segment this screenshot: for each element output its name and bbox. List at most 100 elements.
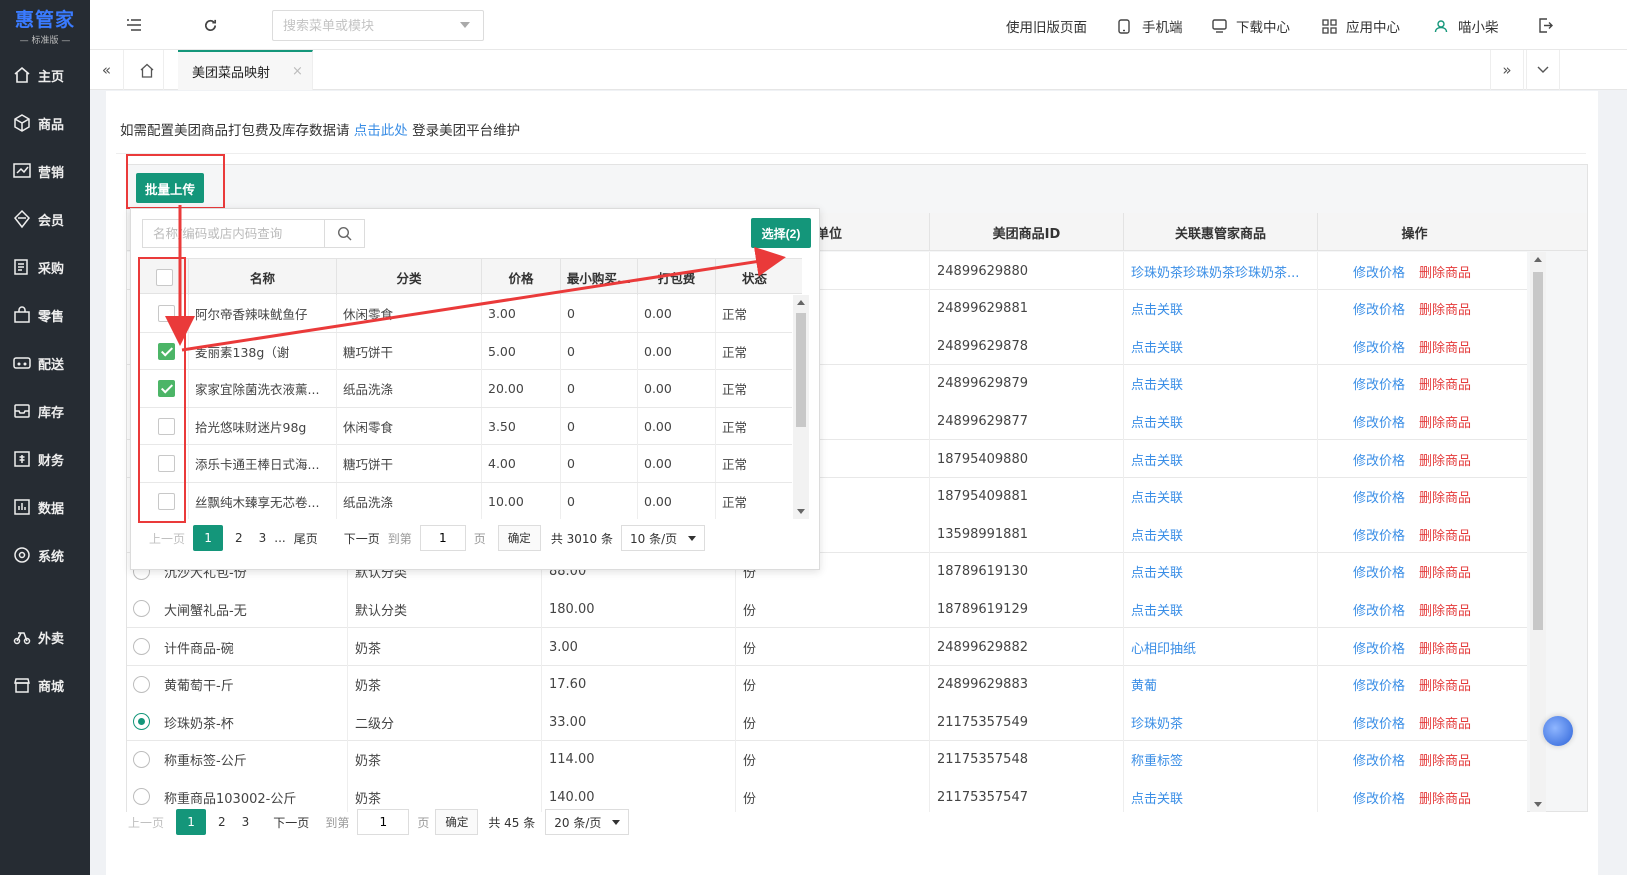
sidebar-item[interactable]: 配送 (0, 343, 90, 383)
sidebar-item[interactable]: 采购 (0, 247, 90, 287)
scroll-tabs-right-icon[interactable]: » (1490, 50, 1524, 90)
edit-price-link[interactable]: 修改价格 (1353, 262, 1405, 281)
sidebar-item[interactable]: 商品 (0, 103, 90, 143)
sidebar-item[interactable]: 主页 (0, 55, 90, 95)
linked-product-link[interactable]: 称重标签 (1131, 750, 1183, 769)
row-radio[interactable] (133, 638, 150, 655)
edit-price-link[interactable]: 修改价格 (1353, 374, 1405, 393)
delete-product-link[interactable]: 删除商品 (1419, 562, 1471, 581)
old-version-link[interactable]: 使用旧版页面 (1006, 16, 1087, 36)
home-tab-icon[interactable] (130, 50, 164, 90)
row-radio[interactable] (133, 788, 150, 806)
linked-product-link[interactable]: 珍珠奶茶 (1131, 713, 1183, 732)
delete-product-link[interactable]: 删除商品 (1419, 337, 1471, 356)
delete-product-link[interactable]: 删除商品 (1419, 750, 1471, 769)
popup-search-input[interactable] (142, 219, 325, 248)
edit-price-link[interactable]: 修改价格 (1353, 412, 1405, 431)
popup-scrollbar[interactable] (793, 295, 809, 519)
delete-product-link[interactable]: 删除商品 (1419, 525, 1471, 544)
sidebar-item[interactable]: 数据 (0, 487, 90, 527)
sidebar-item[interactable]: 零售 (0, 295, 90, 335)
edit-price-link[interactable]: 修改价格 (1353, 713, 1405, 732)
app-center-link[interactable]: 应用中心 (1322, 16, 1400, 36)
row-radio[interactable] (133, 713, 150, 731)
popup-page-3-button[interactable]: 3 (251, 531, 275, 545)
edit-price-link[interactable]: 修改价格 (1353, 299, 1405, 318)
tab-meituan-mapping[interactable]: 美团菜品映射 × (178, 50, 313, 90)
popup-page-jump-input[interactable] (419, 525, 466, 551)
sidebar-item[interactable]: 外卖 (0, 617, 90, 657)
search-icon[interactable] (325, 219, 365, 248)
tab-menu-chevron-icon[interactable] (1526, 50, 1560, 90)
linked-product-link[interactable]: 黄葡 (1131, 675, 1157, 694)
popup-page-1-button[interactable]: 1 (193, 525, 224, 551)
linked-product-link[interactable]: 点击关联 (1131, 412, 1183, 431)
row-radio[interactable] (133, 600, 150, 618)
refresh-icon[interactable] (200, 15, 220, 35)
delete-product-link[interactable]: 删除商品 (1419, 262, 1471, 281)
delete-product-link[interactable]: 删除商品 (1419, 713, 1471, 732)
sidebar-item[interactable]: 会员 (0, 199, 90, 239)
prev-page-button[interactable]: 上一页 (120, 814, 172, 831)
row-radio[interactable] (133, 750, 150, 768)
user-menu[interactable]: 喵小柴 (1434, 16, 1499, 36)
next-page-button[interactable]: 下一页 (265, 814, 317, 831)
popup-page-size-select[interactable]: 10 条/页 (620, 525, 705, 551)
notice-link[interactable]: 点击此处 (354, 123, 408, 139)
linked-product-link[interactable]: 点击关联 (1131, 450, 1183, 469)
linked-product-link[interactable]: 点击关联 (1131, 487, 1183, 506)
page-1-button[interactable]: 1 (176, 809, 207, 835)
delete-product-link[interactable]: 删除商品 (1419, 412, 1471, 431)
linked-product-link[interactable]: 珍珠奶茶珍珠奶茶珍珠奶茶... (1131, 262, 1299, 281)
linked-product-link[interactable]: 心相印抽纸 (1131, 638, 1196, 657)
delete-product-link[interactable]: 删除商品 (1419, 788, 1471, 807)
row-radio[interactable] (133, 675, 150, 693)
mobile-link[interactable]: 手机端 (1118, 16, 1183, 36)
linked-product-link[interactable]: 点击关联 (1131, 374, 1183, 393)
download-center-link[interactable]: 下载中心 (1212, 16, 1290, 36)
linked-product-link[interactable]: 点击关联 (1131, 788, 1183, 807)
chevron-down-icon[interactable] (460, 22, 470, 28)
sidebar-item[interactable]: 营销 (0, 151, 90, 191)
sidebar-item[interactable]: 系统 (0, 535, 90, 575)
sidebar-item[interactable]: 商城 (0, 665, 90, 705)
close-tab-icon[interactable]: × (292, 64, 303, 79)
logout-icon[interactable] (1535, 15, 1555, 35)
assistant-float-icon[interactable] (1543, 716, 1573, 746)
scroll-tabs-left-icon[interactable]: « (90, 50, 124, 90)
popup-page-2-button[interactable]: 2 (227, 531, 251, 545)
edit-price-link[interactable]: 修改价格 (1353, 600, 1405, 619)
edit-price-link[interactable]: 修改价格 (1353, 750, 1405, 769)
linked-product-link[interactable]: 点击关联 (1131, 337, 1183, 356)
linked-product-link[interactable]: 点击关联 (1131, 299, 1183, 318)
edit-price-link[interactable]: 修改价格 (1353, 337, 1405, 356)
sidebar-item[interactable]: 财务 (0, 439, 90, 479)
page-3-button[interactable]: 3 (234, 815, 258, 829)
edit-price-link[interactable]: 修改价格 (1353, 562, 1405, 581)
linked-product-link[interactable]: 点击关联 (1131, 562, 1183, 581)
popup-page-jump-confirm-button[interactable]: 确定 (497, 525, 541, 551)
sidebar-item[interactable]: 库存 (0, 391, 90, 431)
edit-price-link[interactable]: 修改价格 (1353, 487, 1405, 506)
edit-price-link[interactable]: 修改价格 (1353, 788, 1405, 807)
page-2-button[interactable]: 2 (210, 815, 234, 829)
delete-product-link[interactable]: 删除商品 (1419, 675, 1471, 694)
page-jump-input[interactable] (357, 809, 410, 835)
delete-product-link[interactable]: 删除商品 (1419, 638, 1471, 657)
delete-product-link[interactable]: 删除商品 (1419, 487, 1471, 506)
delete-product-link[interactable]: 删除商品 (1419, 450, 1471, 469)
popup-next-page-button[interactable]: 下一页 (336, 530, 388, 547)
popup-last-page-button[interactable]: 尾页 (286, 530, 326, 547)
popup-prev-page-button[interactable]: 上一页 (145, 530, 189, 547)
select-confirm-button[interactable]: 选择(2) (751, 218, 811, 248)
delete-product-link[interactable]: 删除商品 (1419, 600, 1471, 619)
page-jump-confirm-button[interactable]: 确定 (435, 809, 479, 835)
edit-price-link[interactable]: 修改价格 (1353, 638, 1405, 657)
delete-product-link[interactable]: 删除商品 (1419, 374, 1471, 393)
delete-product-link[interactable]: 删除商品 (1419, 299, 1471, 318)
edit-price-link[interactable]: 修改价格 (1353, 525, 1405, 544)
menu-search-input[interactable] (272, 10, 484, 41)
edit-price-link[interactable]: 修改价格 (1353, 675, 1405, 694)
edit-price-link[interactable]: 修改价格 (1353, 450, 1405, 469)
linked-product-link[interactable]: 点击关联 (1131, 525, 1183, 544)
